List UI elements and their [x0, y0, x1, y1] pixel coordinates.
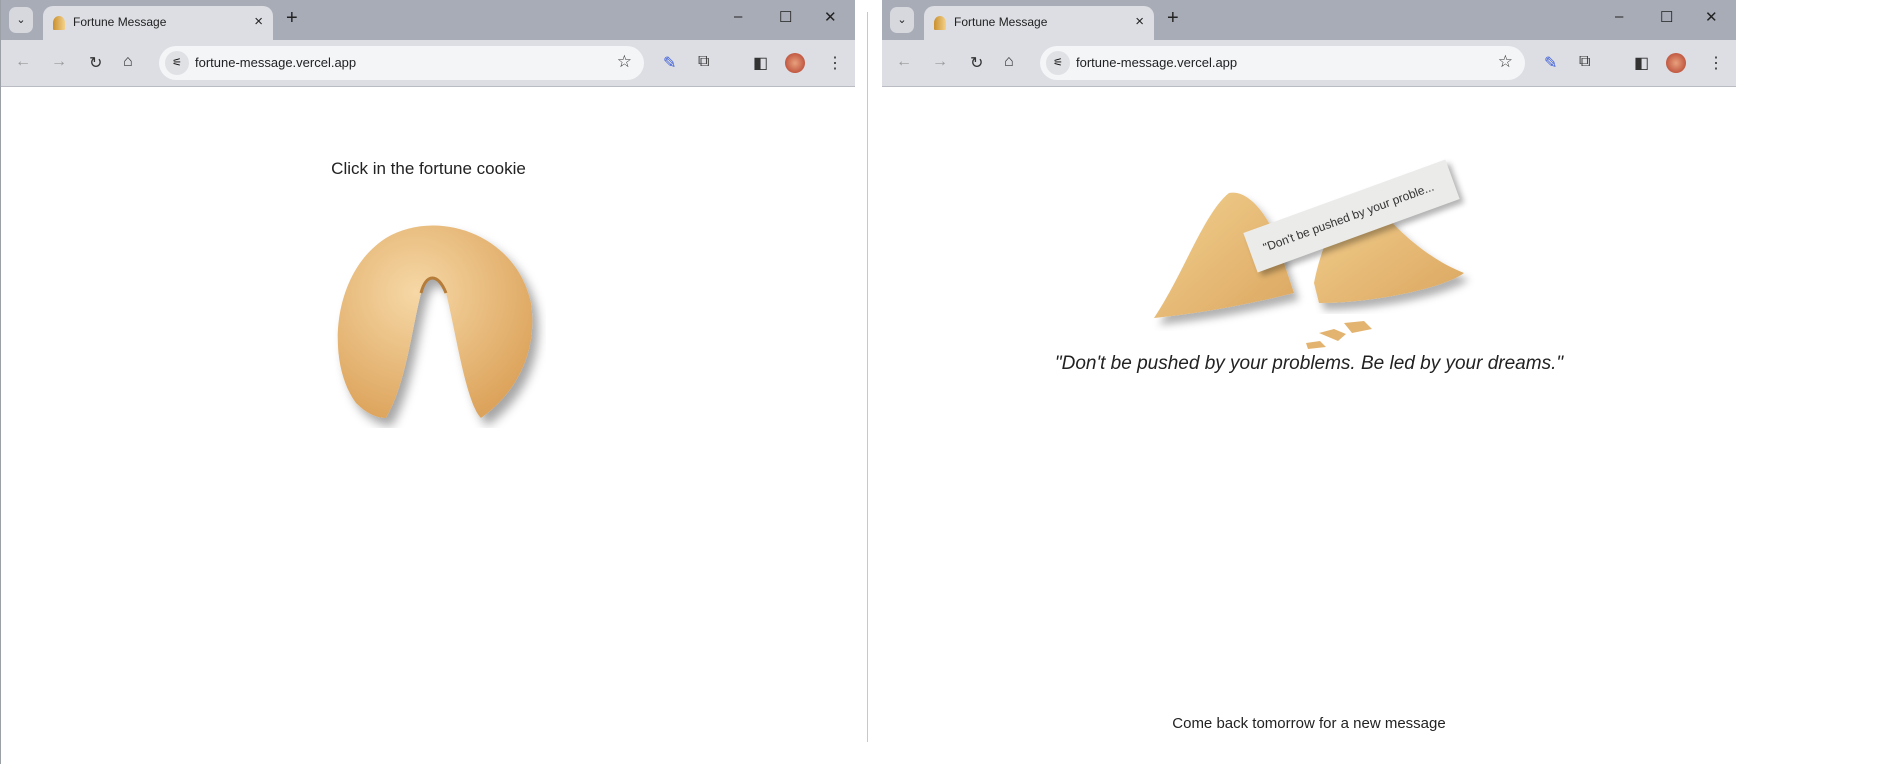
prompt-text: Click in the fortune cookie	[331, 159, 526, 178]
fortune-message: "Don't be pushed by your problems. Be le…	[1054, 353, 1564, 374]
home-button[interactable]: ⌂	[1004, 53, 1014, 71]
tab-strip: ⌄ Fortune Message × + – ☐ ✕	[882, 0, 1736, 40]
bookmark-star-icon[interactable]: ☆	[1498, 52, 1513, 72]
tab-fortune-message[interactable]: Fortune Message ×	[924, 6, 1154, 40]
site-info-icon[interactable]: ⚟	[165, 51, 189, 75]
toolbar: ← → ↻ ⌂ ⚟ fortune-message.vercel.app ☆ ✎…	[882, 40, 1736, 87]
eyedropper-extension-icon[interactable]: ✎	[1544, 53, 1557, 73]
fortune-cookie-closed[interactable]	[326, 213, 546, 428]
site-info-icon[interactable]: ⚟	[1046, 51, 1070, 75]
page-content: Click in the fortune cookie	[1, 87, 855, 763]
menu-icon[interactable]: ⋮	[827, 53, 843, 73]
reload-button[interactable]: ↻	[970, 53, 983, 73]
maximize-button[interactable]: ☐	[1660, 8, 1673, 26]
browser-window-right: ⌄ Fortune Message × + – ☐ ✕ ← → ↻ ⌂ ⚟ fo…	[882, 0, 1736, 764]
forward-button[interactable]: →	[51, 53, 67, 71]
minimize-button[interactable]: –	[734, 8, 742, 25]
tab-strip: ⌄ Fortune Message × + – ☐ ✕	[1, 0, 855, 40]
favicon-icon	[934, 16, 946, 30]
home-button[interactable]: ⌂	[123, 53, 133, 71]
side-panel-icon[interactable]: ◧	[753, 53, 768, 73]
profile-avatar[interactable]	[1666, 53, 1686, 73]
browser-window-left: ⌄ Fortune Message × + – ☐ ✕ ← → ↻ ⌂ ⚟ fo…	[0, 0, 855, 764]
address-bar[interactable]: ⚟ fortune-message.vercel.app ☆	[159, 46, 644, 80]
eyedropper-extension-icon[interactable]: ✎	[663, 53, 676, 73]
new-tab-button[interactable]: +	[286, 7, 298, 30]
address-bar[interactable]: ⚟ fortune-message.vercel.app ☆	[1040, 46, 1525, 80]
forward-button[interactable]: →	[932, 53, 948, 71]
reload-button[interactable]: ↻	[89, 53, 102, 73]
profile-avatar[interactable]	[785, 53, 805, 73]
close-window-button[interactable]: ✕	[1705, 8, 1718, 26]
back-button[interactable]: ←	[896, 53, 912, 71]
tab-search-button[interactable]: ⌄	[890, 7, 914, 33]
url-text[interactable]: fortune-message.vercel.app	[195, 55, 356, 70]
tab-title: Fortune Message	[73, 15, 167, 29]
favicon-icon	[53, 16, 65, 30]
tab-title: Fortune Message	[954, 15, 1048, 29]
close-tab-icon[interactable]: ×	[1135, 13, 1144, 30]
url-text[interactable]: fortune-message.vercel.app	[1076, 55, 1237, 70]
close-tab-icon[interactable]: ×	[254, 13, 263, 30]
extensions-icon[interactable]: ⧉	[1579, 53, 1590, 71]
close-window-button[interactable]: ✕	[824, 8, 837, 26]
back-button[interactable]: ←	[15, 53, 31, 71]
maximize-button[interactable]: ☐	[779, 8, 792, 26]
new-tab-button[interactable]: +	[1167, 7, 1179, 30]
footer-text: Come back tomorrow for a new message	[1172, 715, 1446, 732]
bookmark-star-icon[interactable]: ☆	[617, 52, 632, 72]
extensions-icon[interactable]: ⧉	[698, 53, 709, 71]
toolbar: ← → ↻ ⌂ ⚟ fortune-message.vercel.app ☆ ✎…	[1, 40, 855, 87]
tab-fortune-message[interactable]: Fortune Message ×	[43, 6, 273, 40]
page-content: "Don't be pushed by your proble... "Don'…	[882, 87, 1736, 763]
minimize-button[interactable]: –	[1615, 8, 1623, 25]
tab-search-button[interactable]: ⌄	[9, 7, 33, 33]
menu-icon[interactable]: ⋮	[1708, 53, 1724, 73]
divider	[867, 12, 868, 742]
side-panel-icon[interactable]: ◧	[1634, 53, 1649, 73]
